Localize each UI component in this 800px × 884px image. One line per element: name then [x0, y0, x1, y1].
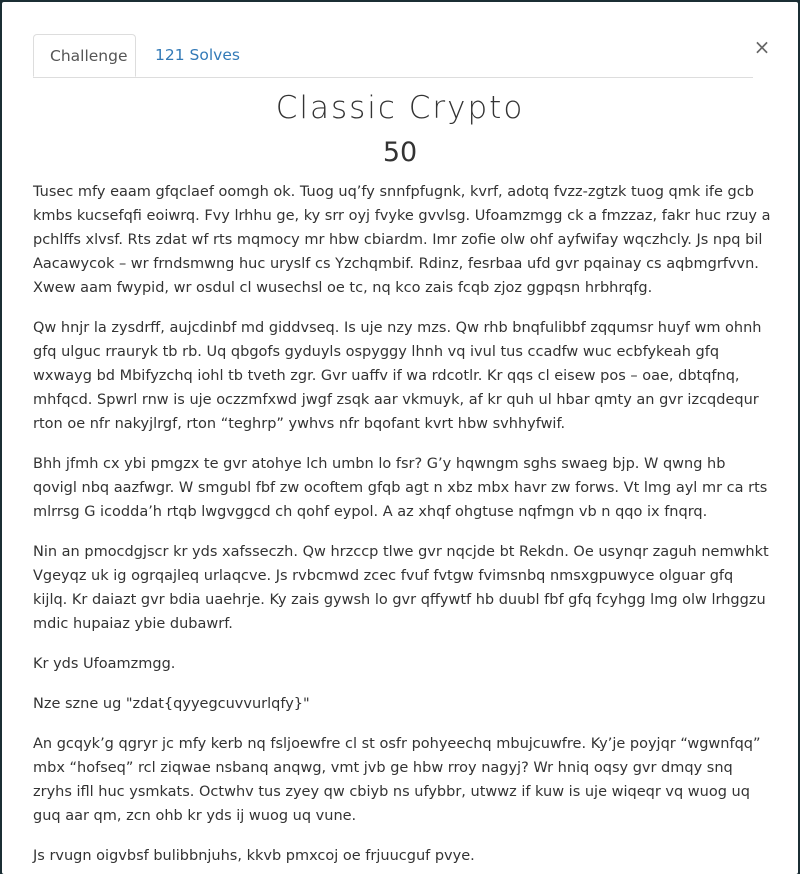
tab-bar: Challenge 121 Solves	[33, 34, 753, 78]
description-paragraph: Kr yds Ufoamzmgg.	[33, 656, 176, 672]
description-paragraph: An gcqyk’g qgryr jc mfy kerb nq fsljoewf…	[33, 736, 761, 824]
description-paragraph: Nin an pmocdgjscr kr yds xafsseczh. Qw h…	[33, 544, 769, 632]
description-paragraph: Qw hnjr la zysdrff, aujcdinbf md giddvse…	[33, 320, 762, 432]
description-paragraph: Nze szne ug "zdat{qyyegcuvvurlqfy}"	[33, 696, 310, 712]
tab-solves[interactable]: 121 Solves	[139, 34, 256, 76]
tab-challenge[interactable]: Challenge	[33, 34, 136, 77]
challenge-points: 50	[382, 137, 418, 168]
description-paragraph: Js rvugn oigvbsf bulibbnjuhs, kkvb pmxco…	[33, 848, 475, 864]
challenge-title: Classic Crypto	[275, 90, 525, 126]
challenge-description: Tusec mfy eaam gfqclaef oomgh ok. Tuog u…	[33, 180, 771, 884]
close-button[interactable]: ×	[750, 35, 774, 59]
description-paragraph: Tusec mfy eaam gfqclaef oomgh ok. Tuog u…	[33, 184, 771, 296]
description-paragraph: Bhh jfmh cx ybi pmgzx te gvr atohye lch …	[33, 456, 768, 520]
challenge-modal: × Challenge 121 Solves Classic Crypto 50…	[2, 2, 798, 874]
